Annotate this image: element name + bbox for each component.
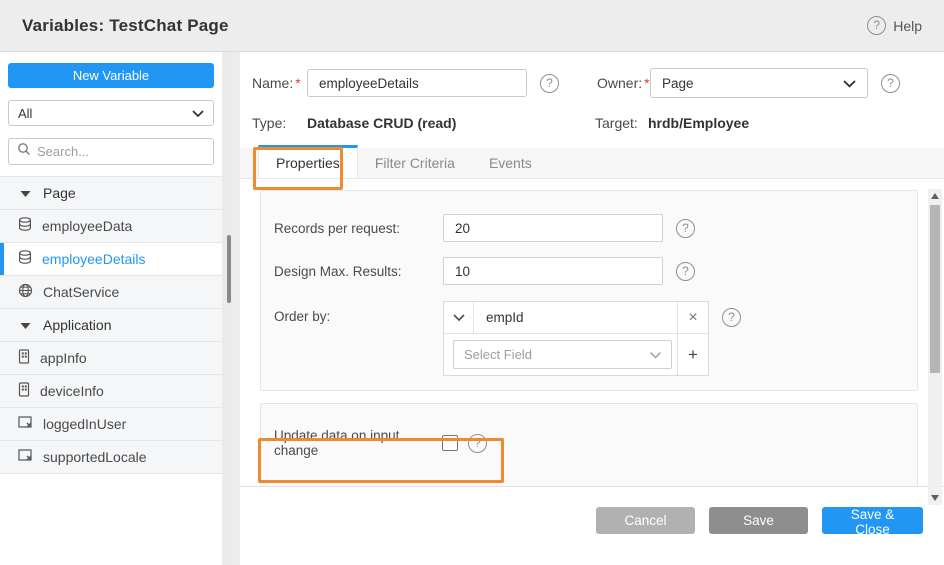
- target-value: hrdb/Employee: [648, 115, 749, 131]
- variable-search: [8, 138, 214, 165]
- device-icon: [18, 382, 30, 400]
- update-on-input-help-icon[interactable]: ?: [468, 434, 487, 453]
- sidebar-item-label: employeeDetails: [42, 251, 146, 267]
- sidebar-item-label: loggedInUser: [43, 416, 126, 432]
- update-on-input-checkbox[interactable]: [442, 435, 458, 451]
- data-settings-panel: Records per request: ? Design Max. Resul…: [260, 190, 918, 391]
- sidebar-item-label: supportedLocale: [43, 449, 147, 465]
- model-variable-icon: [18, 449, 33, 466]
- select-field-dropdown[interactable]: Select Field: [453, 340, 672, 369]
- sidebar-item-employeeDetails[interactable]: employeeDetails: [0, 243, 222, 276]
- update-on-input-label: Update data on input change: [274, 428, 442, 458]
- name-help-icon[interactable]: ?: [540, 74, 559, 93]
- dialog-footer: Cancel Save Save & Close: [240, 487, 944, 554]
- help-label: Help: [893, 18, 922, 34]
- owner-label: Owner:*: [597, 75, 650, 91]
- chevron-down-icon: [192, 106, 204, 121]
- sidebar-item-ChatService[interactable]: ChatService: [0, 276, 222, 309]
- load-behavior-panel: Update data on input change ? Request da…: [260, 403, 918, 487]
- device-icon: [18, 349, 30, 367]
- sidebar-group-label: Application: [43, 317, 112, 333]
- target-label: Target:: [595, 115, 648, 131]
- properties-content: Records per request: ? Design Max. Resul…: [240, 179, 944, 487]
- records-per-request-help-icon[interactable]: ?: [676, 219, 695, 238]
- sidebar-scrollbar-thumb[interactable]: [227, 235, 231, 303]
- search-input[interactable]: [37, 144, 205, 159]
- variable-filter-select[interactable]: All: [8, 100, 214, 126]
- sidebar-divider: [232, 52, 240, 565]
- content-scrollbar[interactable]: [928, 189, 942, 505]
- chevron-down-icon: [650, 347, 661, 362]
- owner-help-icon[interactable]: ?: [881, 74, 900, 93]
- database-icon: [18, 250, 32, 268]
- owner-select[interactable]: Page: [650, 68, 868, 98]
- name-field[interactable]: [307, 69, 527, 97]
- records-per-request-field[interactable]: [443, 214, 663, 242]
- sidebar-item-loggedInUser[interactable]: loggedInUser: [0, 408, 222, 441]
- database-icon: [18, 217, 32, 235]
- records-per-request-label: Records per request:: [274, 221, 443, 236]
- save-button[interactable]: Save: [709, 507, 808, 534]
- variable-summary-form: Name:* ? Owner:* Page ? Type: Database C…: [240, 52, 944, 131]
- order-by-add-button[interactable]: +: [677, 334, 708, 375]
- help-button[interactable]: ? Help: [867, 16, 922, 35]
- variable-list: Page employeeData employeeDetails ChatSe…: [0, 176, 222, 474]
- variable-filter-value: All: [18, 106, 32, 121]
- variables-sidebar: New Variable All Page: [0, 52, 232, 565]
- order-by-widget: empId × Select Field: [443, 301, 709, 376]
- design-max-results-label: Design Max. Results:: [274, 264, 443, 279]
- content-scrollbar-thumb[interactable]: [930, 205, 940, 373]
- scroll-down-arrow-icon[interactable]: [931, 495, 939, 501]
- order-by-remove-button[interactable]: ×: [677, 302, 708, 333]
- order-by-help-icon[interactable]: ?: [722, 308, 741, 327]
- type-label: Type:: [252, 115, 307, 131]
- sidebar-item-label: appInfo: [40, 350, 87, 366]
- sidebar-scrollbar[interactable]: [222, 52, 232, 565]
- required-asterisk: *: [295, 75, 300, 91]
- variables-dialog: Variables: TestChat Page ? Help New Vari…: [0, 0, 944, 565]
- sidebar-item-supportedLocale[interactable]: supportedLocale: [0, 441, 222, 474]
- design-max-results-field[interactable]: [443, 257, 663, 285]
- model-variable-icon: [18, 416, 33, 433]
- save-and-close-button[interactable]: Save & Close: [822, 507, 923, 534]
- select-field-placeholder: Select Field: [464, 347, 532, 362]
- service-globe-icon: [18, 283, 33, 301]
- owner-value: Page: [662, 76, 694, 91]
- page-title: Variables: TestChat Page: [22, 16, 229, 36]
- variable-editor: Name:* ? Owner:* Page ? Type: Database C…: [240, 52, 944, 565]
- search-icon: [17, 142, 31, 161]
- sidebar-group-application[interactable]: Application: [0, 309, 222, 342]
- required-asterisk: *: [644, 75, 649, 91]
- dialog-header: Variables: TestChat Page ? Help: [0, 0, 944, 52]
- order-by-value: empId: [474, 302, 677, 333]
- sidebar-group-page[interactable]: Page: [0, 177, 222, 210]
- sidebar-item-label: employeeData: [42, 218, 132, 234]
- sidebar-item-label: deviceInfo: [40, 383, 104, 399]
- chevron-down-icon: [843, 76, 856, 91]
- help-icon: ?: [867, 16, 886, 35]
- tab-filter-criteria[interactable]: Filter Criteria: [358, 148, 472, 178]
- order-by-expand-button[interactable]: [444, 302, 474, 333]
- request-on-load-help-icon[interactable]: ?: [468, 486, 487, 488]
- tab-properties[interactable]: Properties: [258, 145, 358, 178]
- order-by-label: Order by:: [274, 309, 443, 324]
- type-value: Database CRUD (read): [307, 115, 595, 131]
- sidebar-group-label: Page: [43, 185, 76, 201]
- collapse-arrow-icon: [20, 317, 31, 333]
- sidebar-item-employeeData[interactable]: employeeData: [0, 210, 222, 243]
- tab-events[interactable]: Events: [472, 148, 549, 178]
- new-variable-button[interactable]: New Variable: [8, 63, 214, 88]
- scroll-up-arrow-icon[interactable]: [931, 193, 939, 199]
- sidebar-item-deviceInfo[interactable]: deviceInfo: [0, 375, 222, 408]
- cancel-button[interactable]: Cancel: [596, 507, 695, 534]
- sidebar-item-label: ChatService: [43, 284, 119, 300]
- editor-tabbar: Properties Filter Criteria Events: [240, 148, 944, 179]
- sidebar-item-appInfo[interactable]: appInfo: [0, 342, 222, 375]
- collapse-arrow-icon: [20, 185, 31, 201]
- design-max-results-help-icon[interactable]: ?: [676, 262, 695, 281]
- name-label: Name:*: [252, 75, 307, 91]
